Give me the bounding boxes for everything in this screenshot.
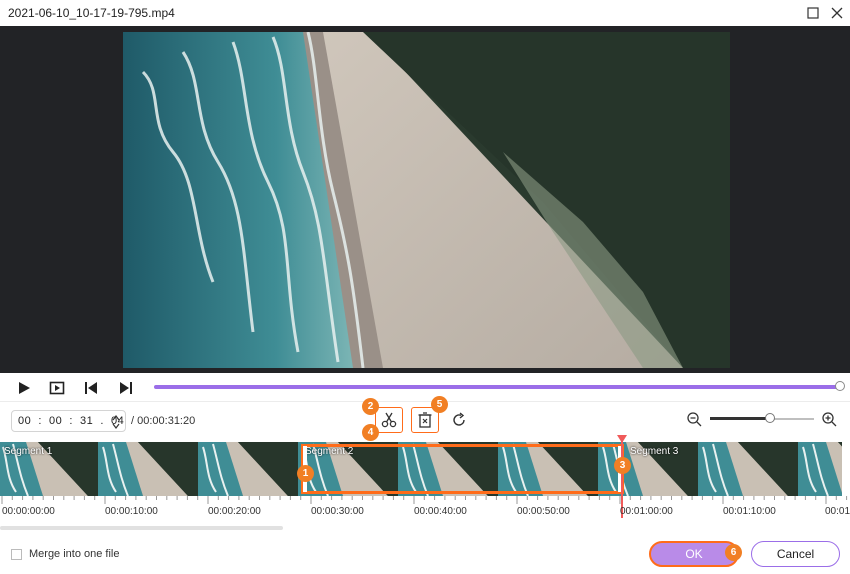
total-duration: / 00:00:31:20 <box>131 415 196 427</box>
ruler-label: 00:00:50:00 <box>517 506 570 517</box>
edit-toolbar: 00 : 00 : 31 . 04 / 00:00:31:20 <box>0 401 850 441</box>
timeline-thumbnail <box>498 442 598 496</box>
time-ruler: 00:00:00:00 00:00:10:00 00:00:20:00 00:0… <box>0 496 850 526</box>
dialog-footer: Merge into one file OK Cancel <box>0 532 850 574</box>
timeline-thumbnail <box>198 442 298 496</box>
timeline-scrollbar[interactable] <box>0 526 283 530</box>
ruler-ticks <box>1 496 848 504</box>
segment-1-label: Segment 1 <box>4 446 53 457</box>
zoom-out-icon <box>687 412 702 427</box>
close-icon <box>831 7 843 19</box>
maximize-button[interactable] <box>804 4 822 22</box>
current-time-field[interactable]: 00 : 00 : 31 . 04 <box>11 410 126 432</box>
ruler-label: 00:00:20:00 <box>208 506 261 517</box>
beach-video-image <box>123 32 730 368</box>
video-frame[interactable] <box>123 32 730 368</box>
trash-icon <box>418 412 432 428</box>
ruler-label: 00:00:30:00 <box>311 506 364 517</box>
timeline-thumbnail <box>98 442 198 496</box>
stop-button[interactable] <box>49 380 65 396</box>
stop-icon <box>49 381 65 395</box>
zoom-in-icon <box>822 412 837 427</box>
window-title: 2021-06-10_10-17-19-795.mp4 <box>8 6 175 20</box>
next-frame-button[interactable] <box>118 380 134 396</box>
video-preview-area <box>0 26 850 373</box>
playback-progress-knob[interactable] <box>835 381 845 391</box>
chevron-down-icon[interactable] <box>112 422 120 430</box>
step-badge-6: 6 <box>725 544 742 561</box>
ruler-label: 00:00:00:00 <box>2 506 55 517</box>
reset-button[interactable] <box>451 412 467 428</box>
ruler-label: 00:00:40:00 <box>414 506 467 517</box>
playback-progress-bar[interactable] <box>154 385 840 389</box>
playback-controls <box>0 373 850 401</box>
step-badge-5: 5 <box>431 396 448 413</box>
step-badge-1: 1 <box>297 465 314 482</box>
timeline-thumbnail <box>698 442 798 496</box>
timeline-track[interactable]: Segment 1 Segment 2 Segment 3 <box>0 442 850 496</box>
cancel-button[interactable]: Cancel <box>751 541 840 567</box>
play-icon <box>19 382 30 394</box>
previous-frame-button[interactable] <box>83 380 99 396</box>
merge-checkbox[interactable] <box>11 549 22 560</box>
play-button[interactable] <box>16 380 32 396</box>
step-badge-2: 2 <box>362 398 379 415</box>
step-badge-4: 4 <box>362 424 379 441</box>
zoom-slider-knob[interactable] <box>765 413 776 423</box>
split-button[interactable] <box>375 407 403 433</box>
maximize-icon <box>807 7 819 19</box>
merge-label: Merge into one file <box>29 548 120 560</box>
current-time-value: 00 : 00 : 31 . 04 <box>18 415 125 427</box>
zoom-slider-fill <box>710 417 771 420</box>
zoom-in-button[interactable] <box>821 411 837 427</box>
skip-forward-icon <box>120 382 132 394</box>
segment-3-label: Segment 3 <box>630 446 679 457</box>
ruler-label: 00:01:00:00 <box>620 506 673 517</box>
title-bar: 2021-06-10_10-17-19-795.mp4 <box>0 0 850 26</box>
ruler-label: 00:01:10:00 <box>723 506 776 517</box>
refresh-icon <box>453 412 465 426</box>
timeline-thumbnail <box>398 442 498 496</box>
timeline-thumbnail <box>798 442 842 496</box>
chevron-up-icon[interactable] <box>112 414 120 422</box>
zoom-out-button[interactable] <box>686 411 702 427</box>
close-button[interactable] <box>828 4 846 22</box>
skip-back-icon <box>85 382 97 394</box>
segment-2-label: Segment 2 <box>305 446 354 457</box>
scissors-icon <box>381 412 397 428</box>
ruler-label: 00:00:10:00 <box>105 506 158 517</box>
step-badge-3: 3 <box>614 457 631 474</box>
ruler-label: 00:01 <box>825 506 850 517</box>
